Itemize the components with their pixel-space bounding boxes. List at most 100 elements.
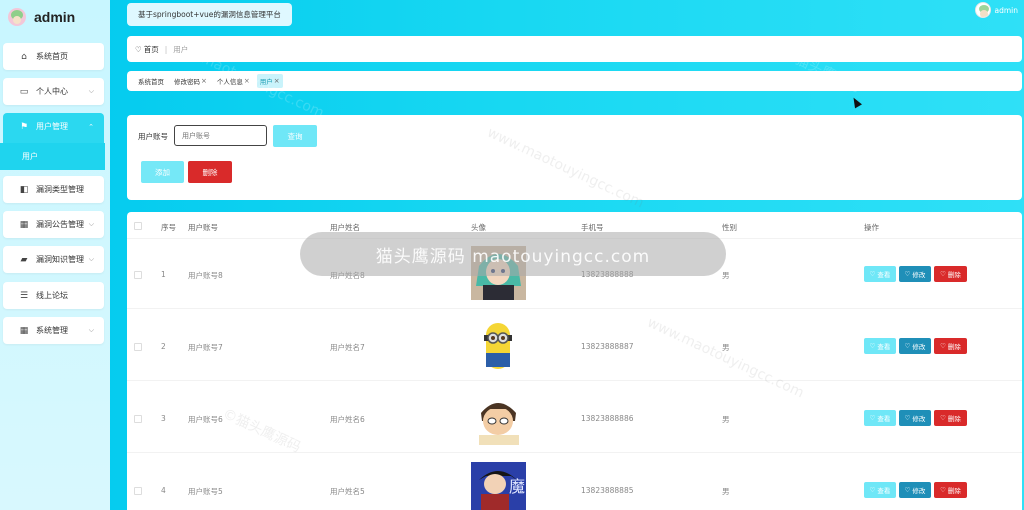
watermark-overlay: 猫头鹰源码 maotouyingcc.com [300, 232, 726, 276]
cell-gender: 男 [722, 343, 730, 352]
chevron-down-icon: ⌵ [88, 255, 94, 263]
edit-button[interactable]: ♡ 修改 [899, 338, 931, 354]
edit-button[interactable]: ♡ 修改 [899, 266, 931, 282]
tab-home[interactable]: 系统首页 [135, 74, 167, 88]
avatar-image [471, 391, 526, 445]
sidebar-item-home[interactable]: ⌂ 系统首页 [3, 43, 104, 70]
brand-logo [8, 8, 26, 26]
delete-label: 删除 [947, 487, 961, 495]
view-label: 查看 [877, 487, 891, 495]
view-label: 查看 [877, 271, 891, 279]
cell-name: 用户姓名7 [330, 343, 365, 352]
add-button[interactable]: 添加 [141, 161, 184, 183]
sidebar-item-label: 漏洞公告管理 [36, 220, 84, 229]
close-icon[interactable]: × [274, 77, 280, 85]
close-icon[interactable]: × [201, 77, 207, 85]
delete-button[interactable]: ♡ 删除 [934, 482, 967, 498]
view-button[interactable]: ♡ 查看 [864, 482, 896, 498]
edit-label: 修改 [912, 487, 926, 495]
cell-phone: 13823888887 [581, 342, 634, 351]
sidebar-subitem-label: 用户 [22, 152, 38, 161]
view-button[interactable]: ♡ 查看 [864, 410, 896, 426]
sidebar-item-user-management[interactable]: ⚑ 用户管理 ⌃ [3, 113, 104, 140]
edit-button[interactable]: ♡ 修改 [899, 410, 931, 426]
tab-bar: 系统首页 修改密码 × 个人信息 × 用户 × [127, 71, 1022, 91]
user-name: admin [994, 5, 1019, 15]
tab-label: 用户 [259, 78, 273, 86]
grid-icon: ▦ [19, 219, 29, 230]
row-divider [127, 452, 1022, 453]
search-input[interactable] [174, 125, 267, 146]
heart-icon: ♡ [869, 486, 876, 494]
tab-change-password[interactable]: 修改密码 × [171, 74, 210, 88]
home-icon: ⌂ [21, 51, 27, 62]
sidebar-subitem-user[interactable]: 用户 [0, 143, 105, 170]
cell-account: 用户账号6 [188, 415, 223, 424]
close-icon[interactable]: × [244, 77, 250, 85]
delete-button[interactable]: ♡ 删除 [934, 410, 967, 426]
batch-delete-button[interactable]: 删除 [188, 161, 232, 183]
cell-name: 用户姓名5 [330, 487, 365, 496]
chevron-down-icon: ⌵ [88, 87, 94, 95]
breadcrumb-separator: | [164, 44, 168, 54]
row-checkbox[interactable] [134, 415, 142, 423]
heart-icon: ♡ [904, 270, 911, 278]
tab-user[interactable]: 用户 × [256, 74, 283, 88]
grid-icon: ▦ [19, 325, 29, 336]
avatar-image [471, 319, 526, 373]
edit-button[interactable]: ♡ 修改 [899, 482, 931, 498]
tab-label: 个人信息 [216, 78, 243, 86]
sidebar-item-label: 漏洞类型管理 [36, 185, 84, 194]
mouse-cursor-icon [850, 95, 862, 109]
cell-index: 1 [161, 270, 166, 279]
column-header: 性别 [722, 223, 737, 232]
cell-phone: 13823888886 [581, 414, 634, 423]
sidebar-item-system[interactable]: ▦ 系统管理 ⌵ [3, 317, 104, 344]
cell-account: 用户账号7 [188, 343, 223, 352]
sidebar-item-vuln-knowledge[interactable]: ▰ 漏洞知识管理 ⌵ [3, 246, 104, 273]
view-button[interactable]: ♡ 查看 [864, 338, 896, 354]
breadcrumb-home[interactable]: ♡ 首页 [135, 44, 159, 55]
cell-gender: 男 [722, 271, 730, 280]
view-label: 查看 [877, 343, 891, 351]
row-checkbox[interactable] [134, 487, 142, 495]
cell-gender: 男 [722, 415, 730, 424]
view-button[interactable]: ♡ 查看 [864, 266, 896, 282]
cell-index: 3 [161, 414, 166, 423]
sidebar-item-personal-center[interactable]: ▭ 个人中心 ⌵ [3, 78, 104, 105]
tab-personal-info[interactable]: 个人信息 × [214, 74, 253, 88]
heart-icon: ♡ [869, 342, 876, 350]
breadcrumb-current: 用户 [173, 44, 189, 54]
avatar-image: 魔 [471, 462, 526, 510]
flag-icon: ⚑ [19, 121, 29, 132]
select-all-checkbox[interactable] [134, 222, 142, 230]
delete-button[interactable]: ♡ 删除 [934, 266, 967, 282]
cell-account: 用户账号8 [188, 271, 223, 280]
sidebar-item-label: 用户管理 [36, 122, 68, 131]
sidebar-item-forum[interactable]: ☰ 线上论坛 [3, 282, 104, 309]
delete-button[interactable]: ♡ 删除 [934, 338, 967, 354]
breadcrumb-home-label: 首页 [143, 44, 159, 54]
search-label: 用户账号 [138, 132, 168, 141]
row-checkbox[interactable] [134, 271, 142, 279]
heart-icon: ♡ [940, 414, 946, 422]
sidebar-item-vuln-type[interactable]: ◧ 漏洞类型管理 [3, 176, 104, 203]
cell-phone: 13823888885 [581, 486, 634, 495]
column-header: 操作 [864, 223, 879, 232]
sidebar-item-label: 漏洞知识管理 [36, 255, 84, 264]
sidebar-item-vuln-notice[interactable]: ▦ 漏洞公告管理 ⌵ [3, 211, 104, 238]
column-header: 用户账号 [188, 223, 218, 232]
chevron-up-icon: ⌃ [88, 122, 94, 131]
sidebar: admin ⌂ 系统首页 ▭ 个人中心 ⌵ ⚑ 用户管理 ⌃ 用户 ◧ 漏洞类型… [0, 0, 110, 510]
row-checkbox[interactable] [134, 343, 142, 351]
column-header: 序号 [161, 223, 176, 232]
cell-index: 4 [161, 486, 166, 495]
heart-icon: ♡ [904, 486, 911, 494]
sidebar-item-label: 系统管理 [36, 326, 68, 335]
user-menu[interactable]: admin [974, 2, 1019, 18]
thumb-icon: ◧ [19, 184, 29, 195]
query-button[interactable]: 查询 [273, 125, 317, 147]
card-icon: ▭ [19, 86, 29, 97]
sidebar-item-label: 系统首页 [36, 52, 68, 61]
cell-index: 2 [161, 342, 166, 351]
